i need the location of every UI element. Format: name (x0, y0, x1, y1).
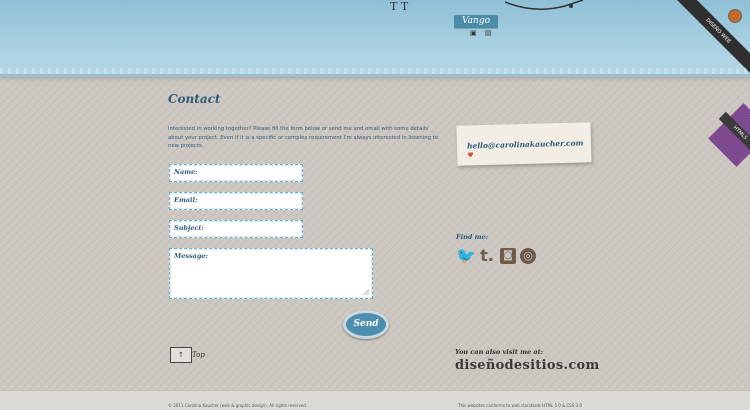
email-field[interactable]: Email: (169, 192, 303, 210)
back-to-top-link[interactable]: ↑ Top (168, 343, 208, 367)
rss-icon[interactable]: ◙ (500, 248, 516, 264)
footer: © 2011 Carolina Kaucher (web & graphic d… (0, 390, 750, 410)
page-title: Contact (168, 92, 221, 106)
arrow-up-icon: ↑ (170, 347, 192, 363)
email-card[interactable]: hello@carolinakaucher.com ♥ (456, 122, 592, 166)
footer-copyright: © 2011 Carolina Kaucher (web & graphic d… (168, 403, 308, 408)
name-field-label: Name: (174, 168, 198, 176)
email-address[interactable]: hello@carolinakaucher.com ♥ (467, 138, 591, 159)
message-field-label: Message: (174, 252, 208, 260)
bird-illustration-icon (505, 0, 584, 10)
subject-field[interactable]: Subject: (169, 220, 303, 238)
header-banner: T T Vango ▣ ▤ DISEÑO WEB (0, 0, 750, 79)
resize-grip-icon[interactable] (363, 289, 369, 295)
email-field-label: Email: (174, 196, 198, 204)
footer-validation: This websites conforms to web standards … (458, 403, 583, 408)
name-field[interactable]: Name: (169, 164, 303, 182)
subject-field-label: Subject: (174, 224, 204, 232)
contact-intro: Interested in working together? Please f… (168, 126, 438, 149)
tumblr-icon[interactable]: t. (478, 247, 496, 265)
message-field[interactable]: Message: (169, 248, 373, 299)
send-button[interactable]: Send (343, 310, 389, 339)
header-mini-icons[interactable]: ▣ ▤ (470, 29, 494, 37)
social-links: 🐦 t. ◙ ◎ (456, 247, 536, 265)
dribbble-icon[interactable]: ◎ (520, 248, 536, 264)
find-me-label: Find me: (456, 233, 489, 241)
header-illustration: T T (390, 0, 409, 13)
back-to-top-label: Top (192, 351, 205, 359)
heart-icon: ♥ (467, 150, 474, 160)
header-badge[interactable]: Vango (454, 15, 498, 28)
twitter-icon[interactable]: 🐦 (456, 247, 476, 265)
visit-site-link[interactable]: diseñodesitios.com (455, 358, 600, 373)
corner-badge-icon (728, 9, 742, 23)
visit-label: You can also visit me at: (455, 348, 544, 356)
